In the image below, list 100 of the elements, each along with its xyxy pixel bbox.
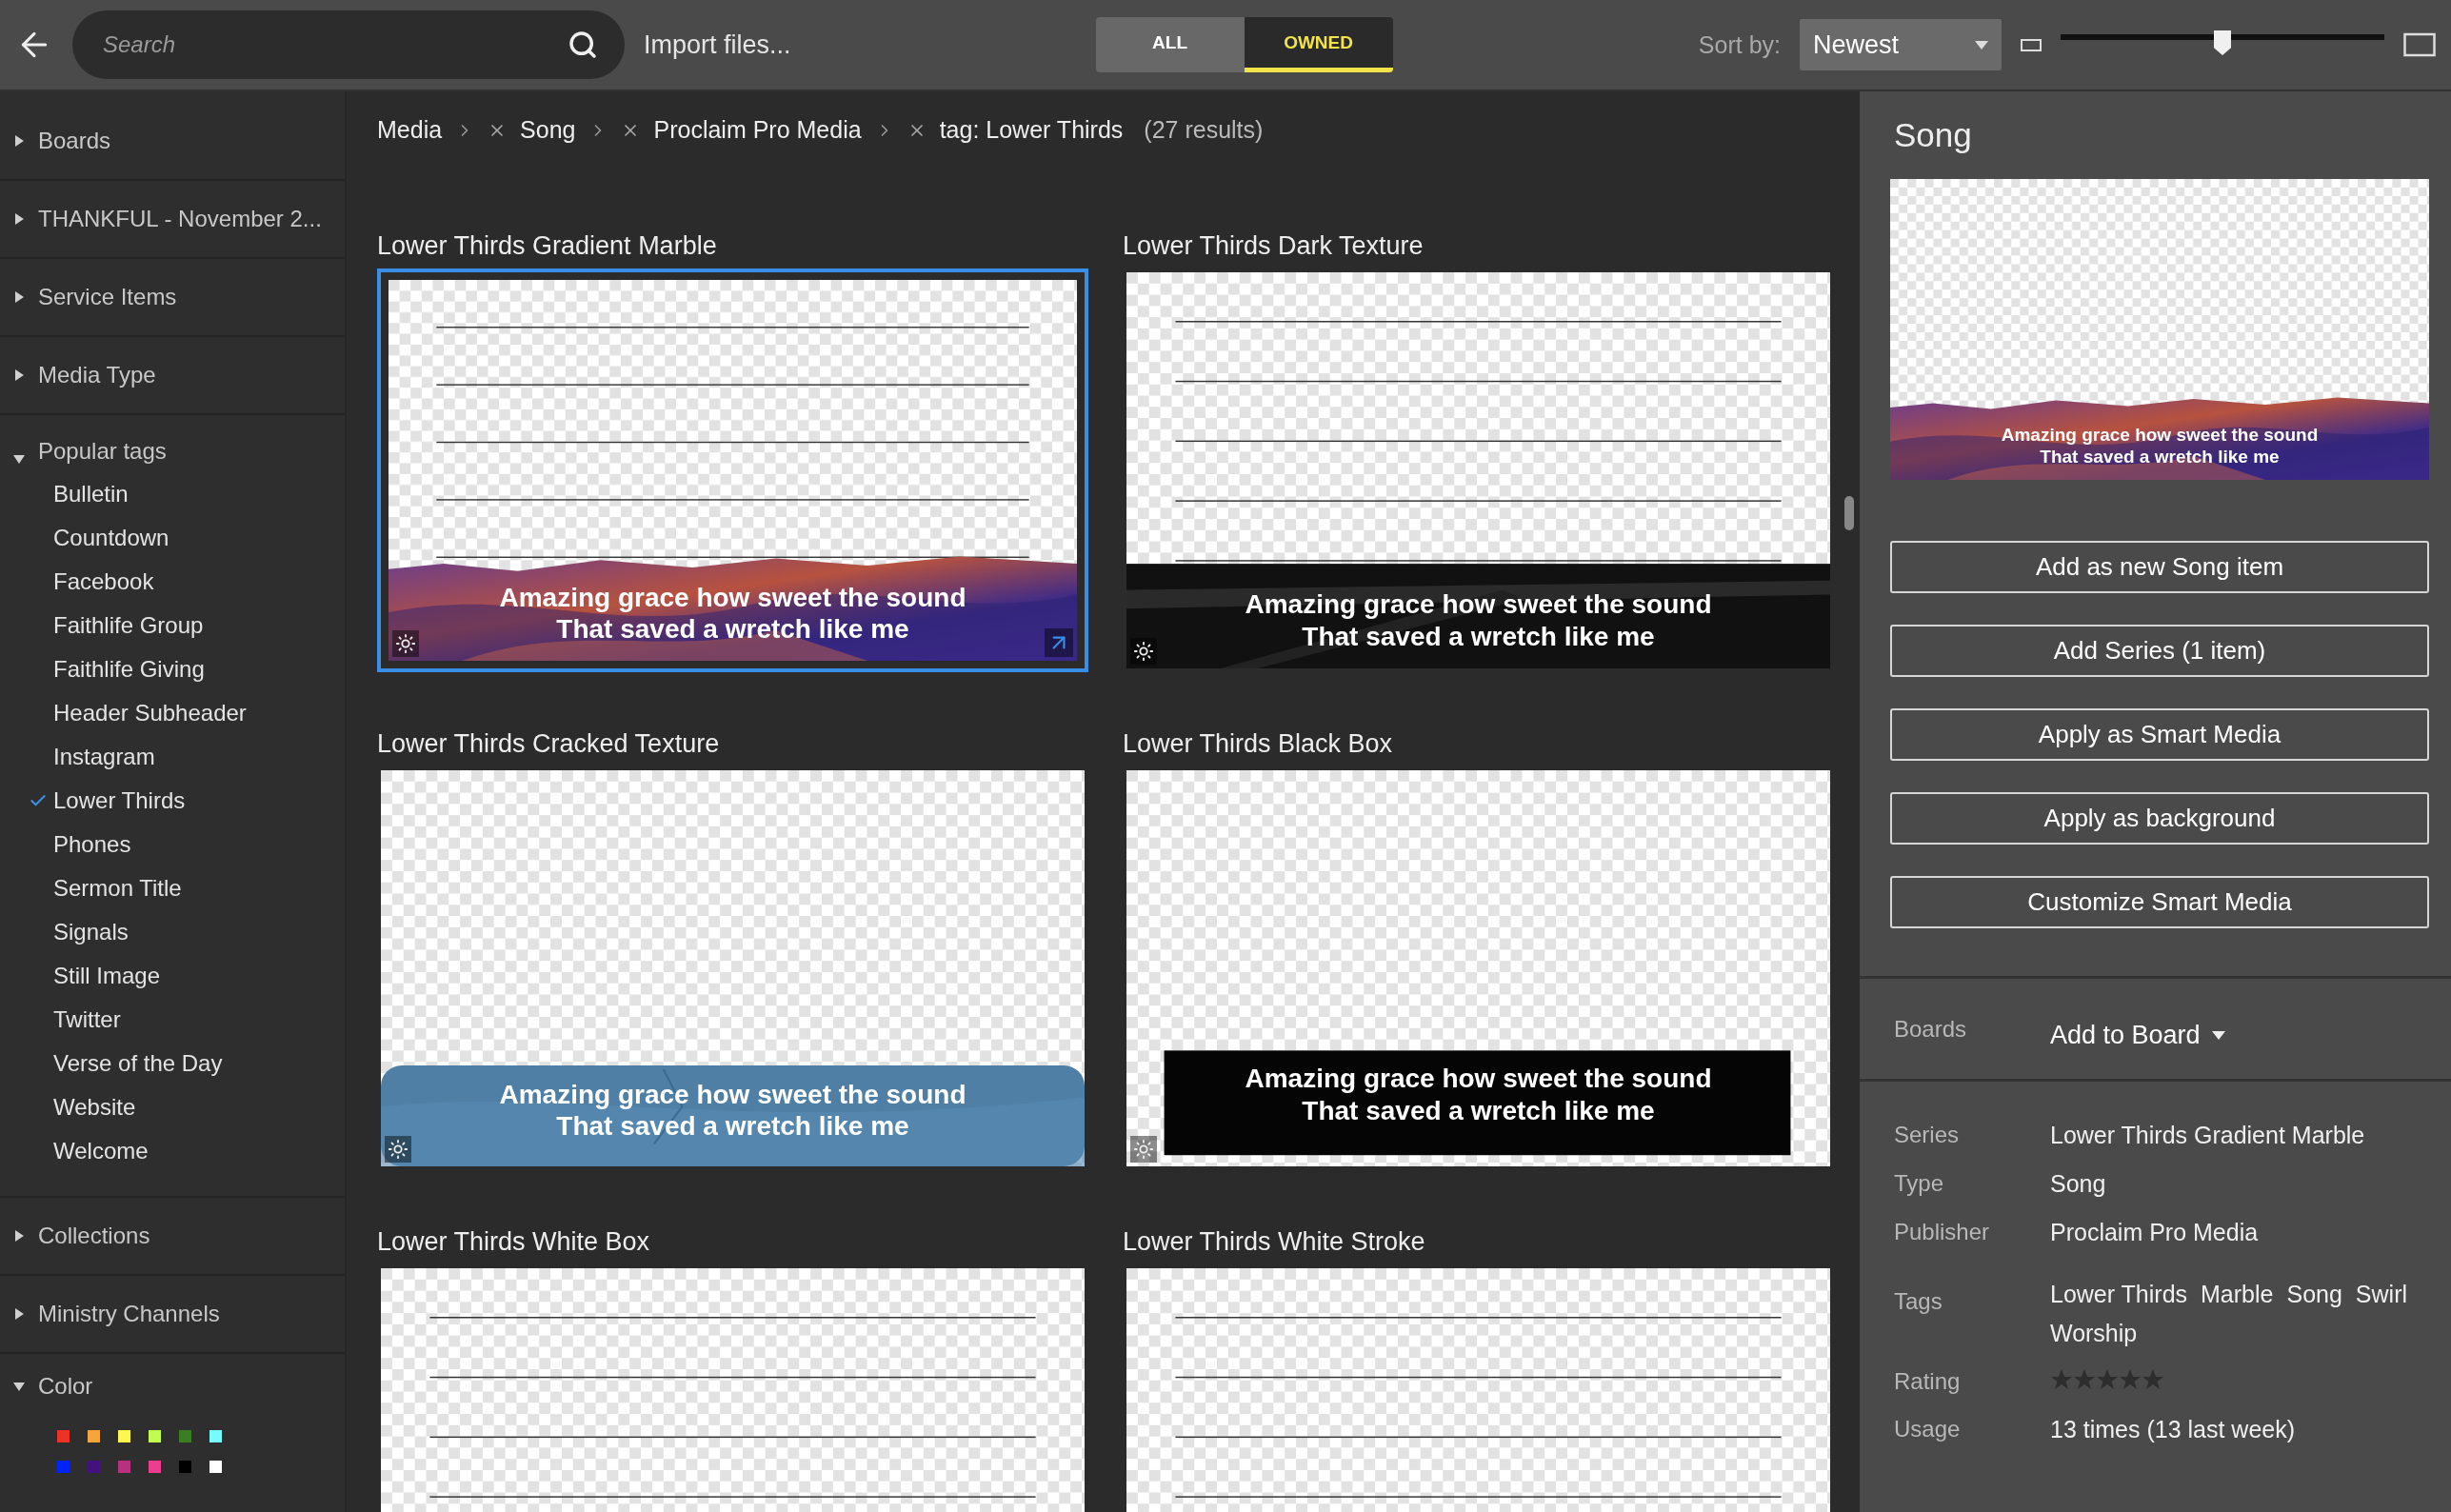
tag-item[interactable]: Sermon Title xyxy=(53,875,182,902)
collapsed-triangle-icon xyxy=(13,1308,25,1320)
card-title: Lower Thirds Dark Texture xyxy=(1123,231,1425,261)
color-swatch[interactable] xyxy=(88,1430,100,1442)
action-button[interactable]: Add as new Song item xyxy=(1890,541,2429,593)
media-thumbnail[interactable]: Amazing grace how sweet the sound That saved a wretch like me xyxy=(377,766,1088,1170)
tag-item[interactable]: Signals xyxy=(53,919,129,945)
tag-item[interactable]: Still Image xyxy=(53,963,161,989)
color-swatch[interactable] xyxy=(209,1461,222,1473)
sidebar-section[interactable]: Media Type xyxy=(0,337,345,415)
color-swatch[interactable] xyxy=(179,1461,191,1473)
breadcrumb-item[interactable]: Media xyxy=(377,116,443,144)
search-input[interactable]: Search xyxy=(101,30,568,59)
small-rectangle-icon[interactable] xyxy=(2021,37,2042,52)
property-label: Type xyxy=(1894,1170,1945,1197)
scrollbar-thumb[interactable] xyxy=(1844,496,1854,530)
collapsed-triangle-icon xyxy=(13,369,25,381)
tag-item[interactable]: Faithlife Group xyxy=(53,612,204,639)
color-swatch[interactable] xyxy=(149,1461,161,1473)
sidebar-section[interactable]: Ministry Channels xyxy=(0,1276,345,1354)
collapsed-triangle-icon xyxy=(13,213,25,225)
tag-link[interactable]: Song xyxy=(2286,1281,2342,1308)
lyric-line: That saved a wretch like me xyxy=(2040,446,2280,468)
slider-thumb[interactable] xyxy=(2214,30,2231,55)
sidebar-section[interactable]: THANKFUL - November 2... xyxy=(0,181,345,259)
property-label: Publisher xyxy=(1894,1219,1991,1245)
color-swatch[interactable] xyxy=(57,1461,70,1473)
sidebar-section[interactable]: Popular tags xyxy=(0,415,345,472)
tag-item[interactable]: Welcome xyxy=(53,1138,149,1164)
section-title: Boards xyxy=(38,128,111,154)
search-bar[interactable]: Search xyxy=(72,10,625,79)
tag-item[interactable]: Countdown xyxy=(53,525,169,551)
caret-icon xyxy=(1975,40,1988,50)
sun-icon[interactable] xyxy=(392,630,419,657)
card-title: Lower Thirds White Box xyxy=(377,1227,651,1257)
tag-item[interactable]: Phones xyxy=(53,831,131,858)
sun-icon[interactable] xyxy=(1130,638,1157,665)
sidebar-section[interactable]: Collections xyxy=(0,1198,345,1276)
color-swatch[interactable] xyxy=(149,1430,161,1442)
media-thumbnail[interactable]: Amazing grace how sweet the sound That saved a wretch like me xyxy=(377,269,1088,672)
tag-item[interactable]: Verse of the Day xyxy=(53,1050,223,1077)
color-swatch[interactable] xyxy=(209,1430,222,1442)
action-button[interactable]: Apply as Smart Media xyxy=(1890,708,2429,761)
section-title: Color xyxy=(38,1373,93,1400)
tag-item[interactable]: Faithlife Giving xyxy=(53,656,205,683)
media-thumbnail[interactable]: Amazing grace how sweet the sound That saved a wretch like me xyxy=(1123,766,1834,1170)
star-icon[interactable] xyxy=(2050,1368,2073,1391)
property-label: Tags xyxy=(1894,1288,1943,1315)
search-icon[interactable] xyxy=(568,30,598,60)
filter-tab[interactable]: OWNED xyxy=(1244,17,1393,72)
sort-dropdown[interactable]: Newest xyxy=(1800,19,2002,70)
tag-item[interactable]: Instagram xyxy=(53,744,155,770)
collapsed-triangle-icon xyxy=(13,135,25,147)
property-value: Song xyxy=(2050,1170,2106,1198)
tag-item[interactable]: Website xyxy=(53,1094,136,1121)
breadcrumb-item[interactable]: tag: Lower Thirds xyxy=(939,116,1124,144)
media-thumbnail[interactable]: Amazing grace how sweet the sound That saved a wretch like me xyxy=(1123,269,1834,672)
tag-link[interactable]: Lower Thirds xyxy=(2050,1281,2188,1308)
star-icon[interactable] xyxy=(2142,1368,2164,1391)
section-title: THANKFUL - November 2... xyxy=(38,206,322,232)
tag-link[interactable]: Swirl xyxy=(2355,1281,2408,1308)
color-swatch[interactable] xyxy=(118,1461,130,1473)
property-value: Lower Thirds Gradient Marble xyxy=(2050,1122,2365,1149)
action-button[interactable]: Add Series (1 item) xyxy=(1890,625,2429,677)
lyric-line: Amazing grace how sweet the sound xyxy=(499,581,966,614)
breadcrumb-item[interactable]: Proclaim Pro Media xyxy=(653,116,862,144)
section-title: Service Items xyxy=(38,284,177,310)
caret-icon xyxy=(2211,1031,2225,1040)
tag-item[interactable]: Lower Thirds xyxy=(53,787,186,814)
filter-tab[interactable]: ALL xyxy=(1095,17,1245,72)
card-title: Lower Thirds White Stroke xyxy=(1123,1227,1426,1257)
action-button[interactable]: Customize Smart Media xyxy=(1890,876,2429,928)
color-swatch[interactable] xyxy=(179,1430,191,1442)
tag-item[interactable]: Header Subheader xyxy=(53,700,247,726)
tag-item[interactable]: Bulletin xyxy=(53,481,129,507)
sidebar-section[interactable]: Service Items xyxy=(0,259,345,337)
collapsed-triangle-icon xyxy=(13,1230,25,1242)
color-swatch[interactable] xyxy=(88,1461,100,1473)
sun-icon[interactable] xyxy=(385,1136,411,1163)
breadcrumb-item[interactable]: Song xyxy=(520,116,576,144)
large-rectangle-icon[interactable] xyxy=(2403,32,2436,57)
color-swatch[interactable] xyxy=(118,1430,130,1442)
tag-item[interactable]: Twitter xyxy=(53,1006,121,1033)
expanded-triangle-icon xyxy=(13,1381,25,1392)
star-icon[interactable] xyxy=(2119,1368,2142,1391)
tag-link[interactable]: Marble xyxy=(2201,1281,2274,1308)
tag-item[interactable]: Facebook xyxy=(53,568,154,595)
details-title: Song xyxy=(1893,115,1973,154)
star-icon[interactable] xyxy=(2073,1368,2096,1391)
action-button[interactable]: Apply as background xyxy=(1890,792,2429,845)
sidebar-section[interactable]: Color xyxy=(0,1354,345,1419)
lyric-line: Amazing grace how sweet the sound xyxy=(1245,588,1712,621)
star-icon[interactable] xyxy=(2096,1368,2119,1391)
sidebar-section[interactable]: Boards xyxy=(0,103,345,181)
tag-link[interactable]: Worship xyxy=(2050,1320,2138,1347)
import-files-link[interactable]: Import files... xyxy=(644,30,791,60)
property-value: 13 times (13 last week) xyxy=(2050,1416,2296,1443)
star-rating[interactable] xyxy=(2050,1368,2164,1391)
add-to-board-dropdown[interactable]: Add to Board xyxy=(2050,1021,2225,1050)
color-swatch[interactable] xyxy=(57,1430,70,1442)
